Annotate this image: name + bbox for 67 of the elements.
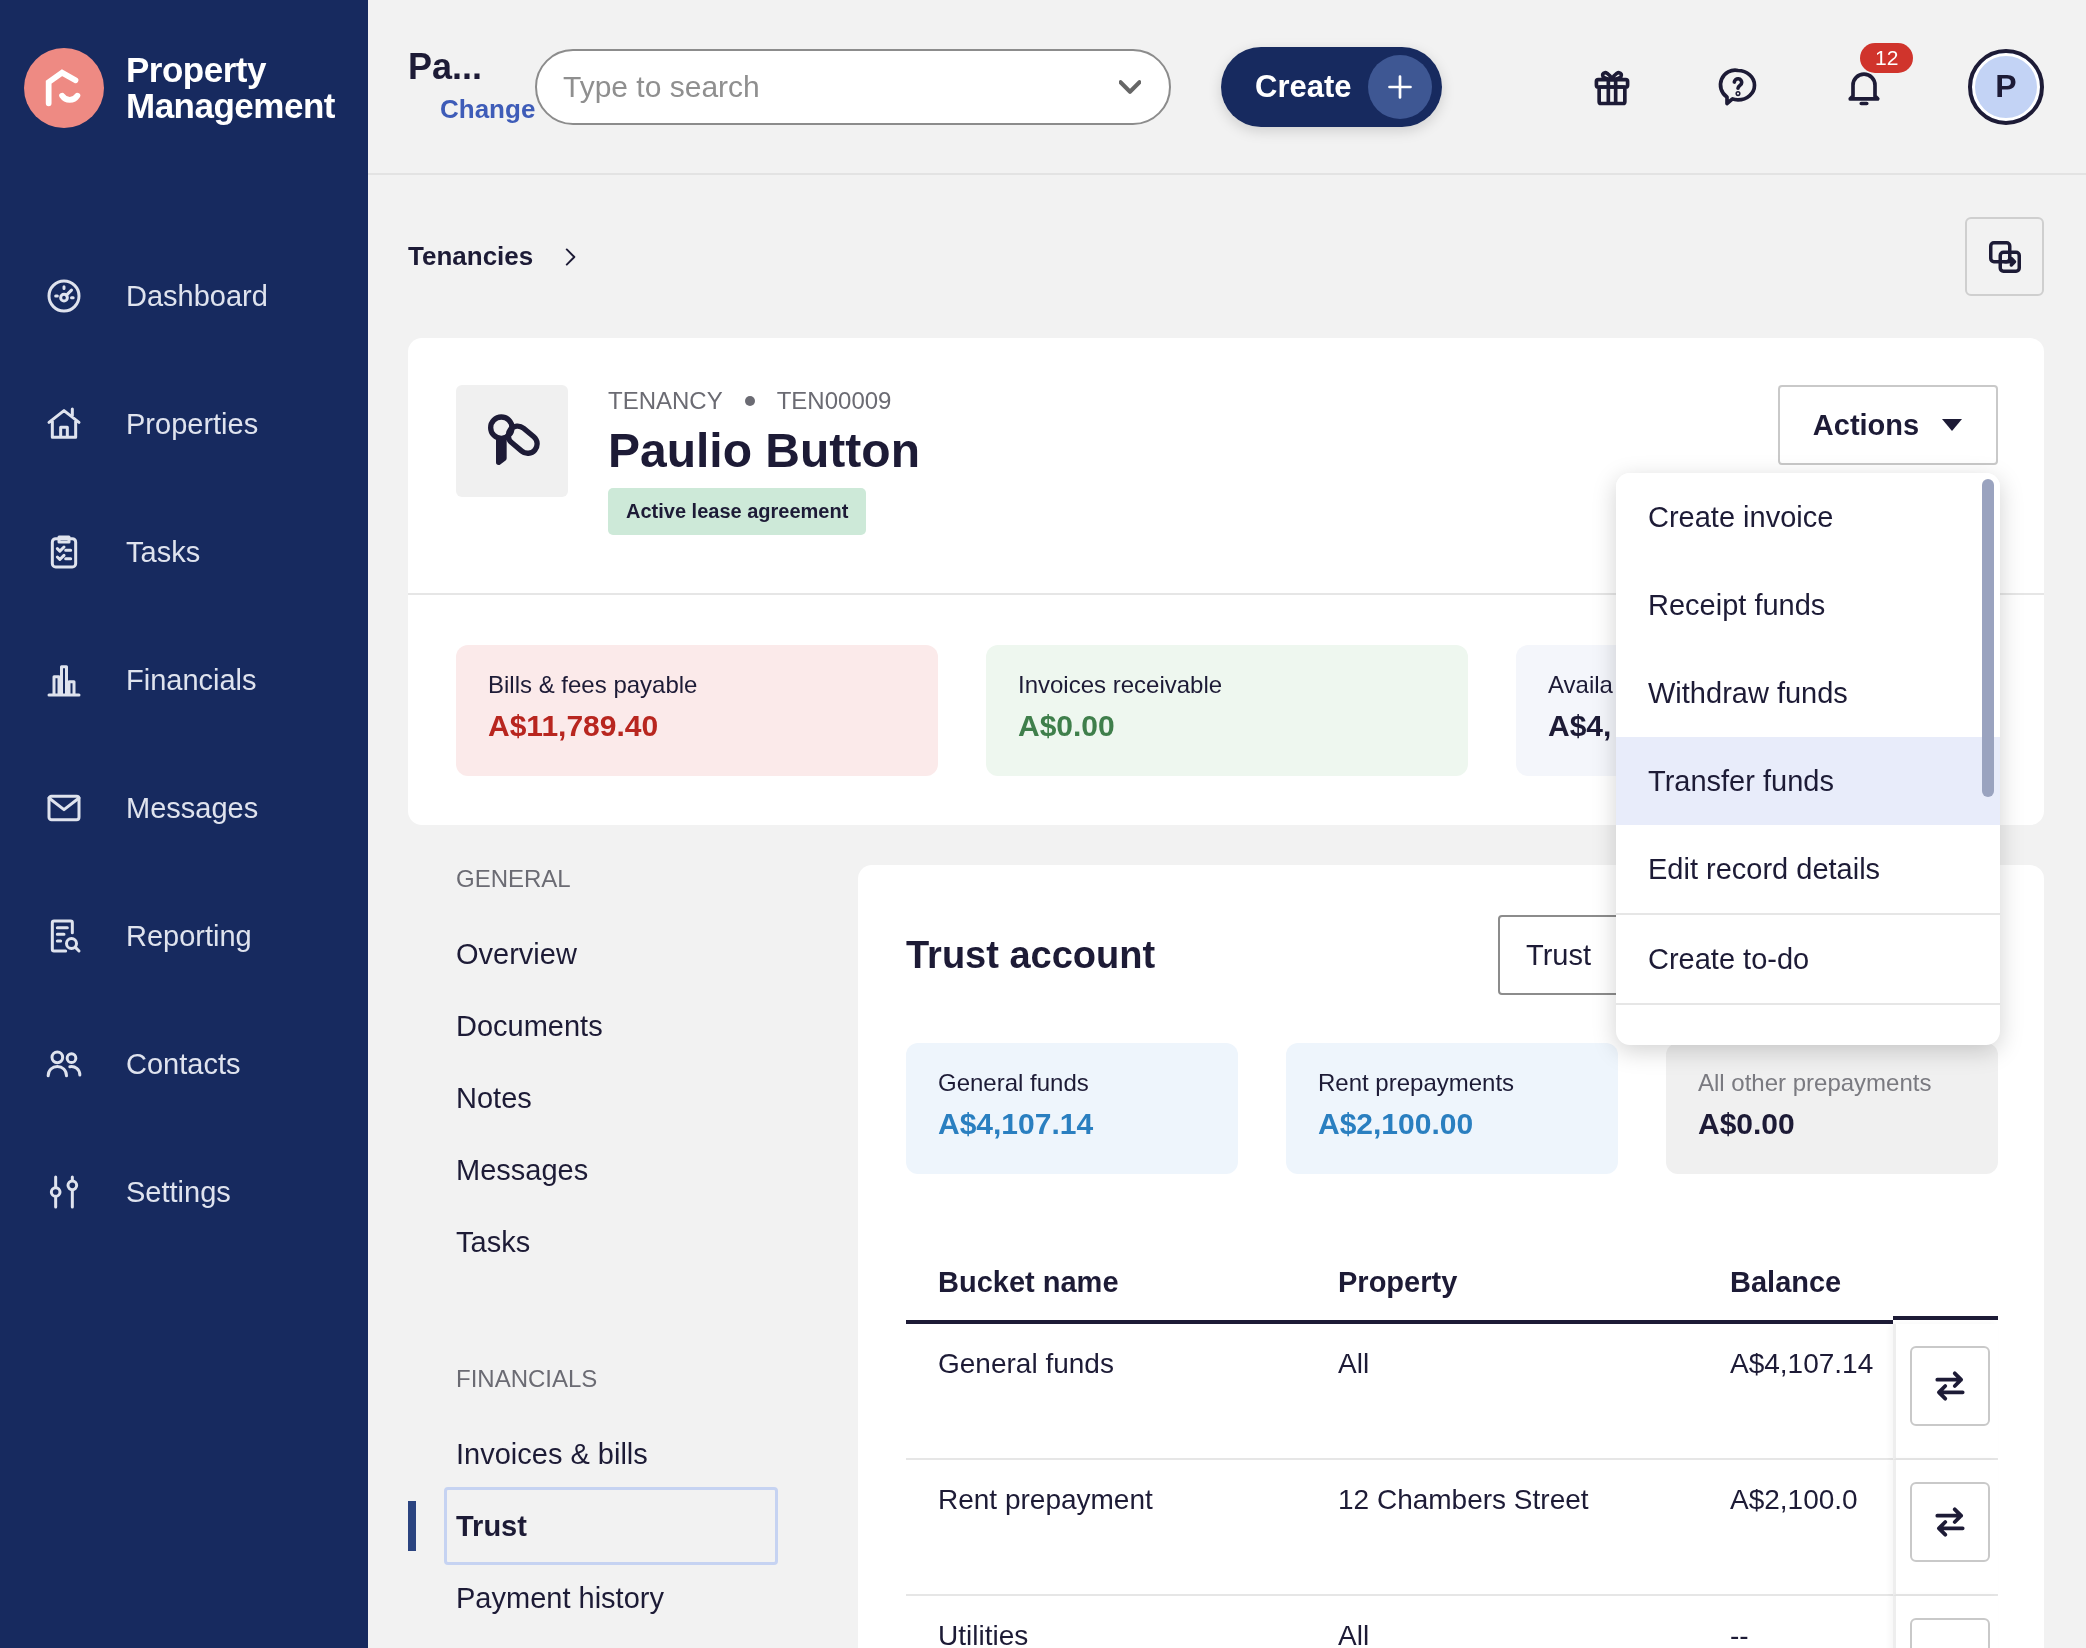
nav-item[interactable]: Reporting [0, 872, 368, 1000]
table-cell: Utilities [906, 1596, 1306, 1648]
record-id: TEN00009 [776, 387, 892, 415]
section-link[interactable]: Overview [408, 918, 858, 990]
fund-value: A$4,107.14 [938, 1107, 1095, 1141]
search-field[interactable]: Type to search [535, 48, 1171, 125]
menu-item[interactable]: Create to-do [1616, 915, 2000, 1005]
section-link[interactable]: Notes [408, 1062, 858, 1134]
table-cell: General funds [906, 1324, 1306, 1460]
menu-item[interactable]: Create invoice [1616, 473, 2000, 561]
table-cell: 12 Chambers Street [1306, 1460, 1706, 1596]
column-header: Bucket name [906, 1244, 1306, 1324]
menu-item[interactable]: Edit record details [1616, 825, 2000, 915]
copy-button[interactable] [1965, 217, 2044, 296]
user-avatar[interactable]: P [1968, 48, 2044, 125]
nav-item[interactable]: Settings [0, 1128, 368, 1256]
summary-value: A$0.00 [1018, 709, 1115, 743]
section-heading: FINANCIALS [455, 1365, 599, 1394]
menu-item[interactable]: Transfer funds [1616, 737, 2000, 825]
section-heading: GENERAL [455, 865, 572, 894]
menu-item[interactable]: Withdraw funds [1616, 649, 2000, 737]
section-title: Trust account [906, 933, 1156, 977]
summary-value: A$4, [1548, 709, 1612, 743]
nav-item[interactable]: Properties [0, 360, 368, 488]
nav-item[interactable]: Tasks [0, 488, 368, 616]
change-link[interactable]: Change [440, 94, 536, 125]
table-cell: All [1306, 1596, 1706, 1648]
section-link[interactable]: Documents [408, 990, 858, 1062]
create-button[interactable]: Create [1221, 46, 1442, 127]
caret-down-icon [1941, 418, 1964, 432]
chevron-down-icon[interactable] [1119, 79, 1141, 94]
summary-label: Availa [1548, 671, 1613, 699]
nav-item[interactable]: Financials [0, 616, 368, 744]
table-cell: Rent prepayment [906, 1460, 1306, 1596]
fund-value: A$0.00 [1698, 1107, 1796, 1141]
section-link[interactable]: Messages [408, 1134, 858, 1206]
fund-label: Rent prepayments [1318, 1069, 1516, 1097]
fund-label: All other prepayments [1698, 1069, 1933, 1097]
record-type: TENANCY [608, 387, 723, 415]
summary-label: Invoices receivable [1018, 671, 1223, 699]
tenant-name: Paulio Button [608, 423, 920, 478]
nav-item[interactable]: Messages [0, 744, 368, 872]
notification-badge: 12 [1860, 42, 1914, 73]
nav-item[interactable]: Dashboard [0, 232, 368, 360]
keys-icon [456, 385, 568, 497]
scrollbar-thumb[interactable] [1982, 479, 1994, 797]
nav-item[interactable]: Contacts [0, 1000, 368, 1128]
column-header: Property [1306, 1244, 1706, 1324]
app-name: Property Management [126, 52, 336, 124]
actions-button[interactable]: Actions [1778, 385, 1998, 465]
column-header: Balance [1706, 1244, 1893, 1324]
transfer-button[interactable] [1910, 1346, 1990, 1426]
section-link[interactable]: Payment history [408, 1562, 858, 1634]
summary-label: Bills & fees payable [488, 671, 698, 699]
transfer-button[interactable] [1910, 1482, 1990, 1562]
separator-dot [744, 396, 755, 406]
section-link[interactable]: Trust [408, 1490, 858, 1562]
breadcrumb-link[interactable]: Tenancies [408, 241, 534, 272]
menu-item[interactable]: Receipt funds [1616, 561, 2000, 649]
fund-label: General funds [938, 1069, 1090, 1097]
table-cell: All [1306, 1324, 1706, 1460]
context-title: Pa... [408, 46, 484, 88]
section-link[interactable]: Tasks [408, 1206, 858, 1278]
status-badge: Active lease agreement [608, 488, 867, 535]
section-link[interactable]: Invoices & bills [408, 1418, 858, 1490]
fund-value: A$2,100.00 [1318, 1107, 1475, 1141]
summary-value: A$11,789.40 [488, 709, 659, 743]
